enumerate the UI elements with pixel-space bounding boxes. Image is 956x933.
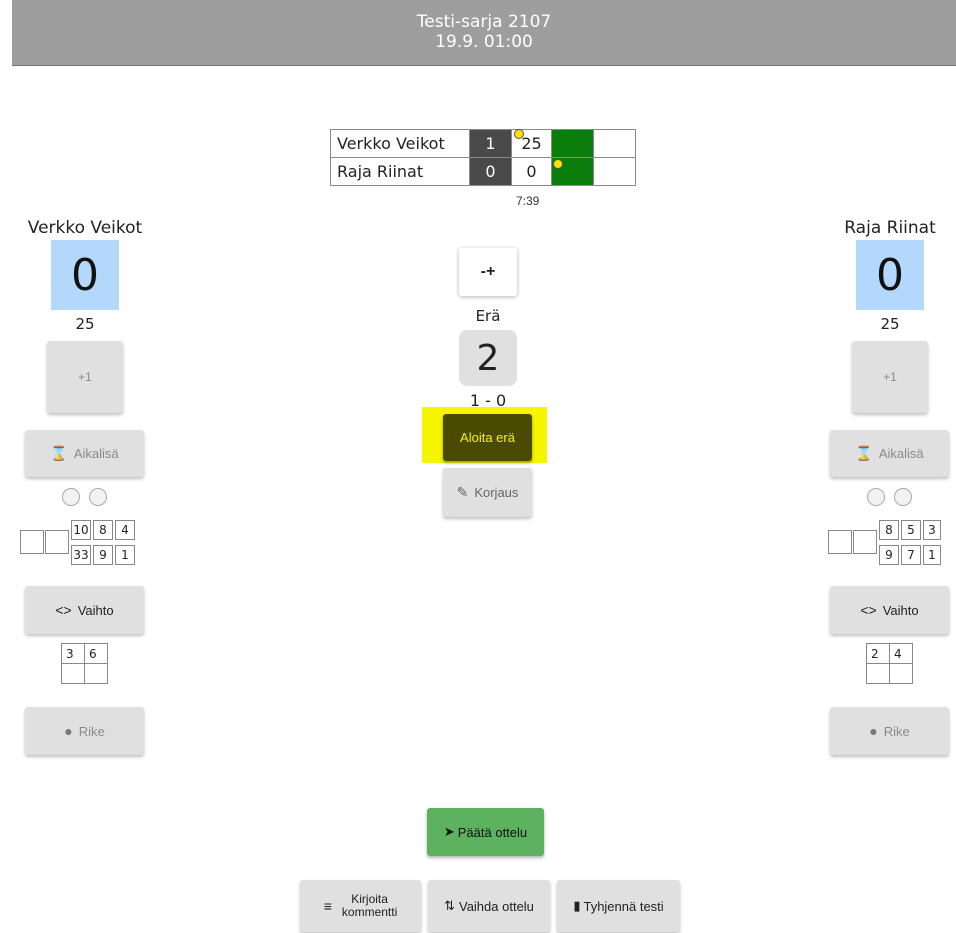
clear-list-icon: ▮ [573,898,581,913]
set-label: Erä [475,307,501,325]
add-point-button[interactable]: +1 [852,341,928,413]
scoreboard-points-value: 25 [521,134,542,153]
foul-label: Rike [78,723,105,739]
scoreboard-sets: 0 [469,157,512,186]
bench-player: 2 [866,643,890,664]
clear-test-button[interactable]: ▮ Tyhjennä testi [557,880,680,932]
scoreboard-table: Verkko Veikot 1 25 Raja Riinat 0 0 [330,129,636,186]
rotation-player: 10 [71,520,91,540]
change-match-label: Vaihda ottelu [458,898,534,914]
swap-arrows-icon: <> [55,602,72,618]
bench-player [61,663,85,684]
match-clock: 7:39 [516,194,540,208]
substitution-button[interactable]: <> Vaihto [25,586,144,634]
timeout-button[interactable]: ⌛ Aikalisä [830,430,949,477]
scoreboard-set-cell [593,157,636,186]
scoreboard-points-value: 0 [526,162,537,181]
comment-label-line2: kommentti [341,905,398,919]
write-comment-button[interactable]: ≡ Kirjoita kommentti [300,880,421,932]
bench-player [84,663,108,684]
start-set-button[interactable]: Aloita erä [443,414,532,461]
foul-button[interactable]: ● Rike [25,707,144,755]
timeout-indicator [894,488,912,506]
notes-icon: ≡ [323,898,332,914]
rotation-player: 33 [71,545,91,565]
timeout-indicator [89,488,107,506]
timeout-button[interactable]: ⌛ Aikalisä [25,430,144,477]
scoreboard-points: 0 [511,157,552,186]
swap-arrows-icon: <> [860,602,877,618]
rotation-player: 8 [879,520,899,540]
bench-player: 3 [61,643,85,664]
foul-label: Rike [883,723,910,739]
timeout-indicator [62,488,80,506]
swap-vertical-icon: ⇅ [444,898,455,913]
team-points: 25 [880,315,900,333]
end-match-label: Päätä ottelu [457,824,528,840]
correction-button[interactable]: ✎ Korjaus [443,468,532,517]
rotation-player: 1 [115,545,135,565]
rotation-player: 1 [923,545,941,565]
team-score: 0 [856,240,924,310]
rotation-player: 9 [93,545,113,565]
bench-player [889,663,913,684]
alert-icon: ● [869,723,878,739]
change-match-button[interactable]: ⇅ Vaihda ottelu [428,880,550,932]
team-panel-left: Verkko Veikot 0 25 +1 ⌛ Aikalisä 10 8 4 … [15,0,155,933]
scoreboard-set-cell [551,157,594,186]
serve-indicator-icon [553,159,563,169]
comment-label-line1: Kirjoita [351,892,388,906]
clear-test-label: Tyhjennä testi [583,898,664,914]
comment-label: Kirjoita kommentti [342,893,397,919]
substitution-label: Vaihto [882,602,919,618]
swap-sides-button[interactable]: -+ [459,248,517,296]
bench-player: 4 [889,643,913,664]
set-number: 2 [459,330,517,386]
timeout-indicator [867,488,885,506]
send-icon: ➤ [443,824,455,839]
scoreboard-set-cell [551,129,594,158]
team-points: 25 [75,315,95,333]
team-score: 0 [51,240,119,310]
rotation-player: 7 [901,545,921,565]
timeout-indicators [867,488,912,506]
timeout-label: Aikalisä [73,446,119,461]
scoreboard-points: 25 [511,129,552,158]
rotation-empty-slot [853,530,877,554]
scoreboard-sets: 1 [469,129,512,158]
substitution-button[interactable]: <> Vaihto [830,586,949,634]
scoreboard-team-name: Verkko Veikot [330,129,470,158]
rotation-player: 5 [901,520,921,540]
rotation-empty-slot [20,530,44,554]
team-panel-right: Raja Riinat 0 25 +1 ⌛ Aikalisä 8 5 3 9 7… [820,0,956,933]
scoreboard-set-cell [593,129,636,158]
alert-icon: ● [64,723,73,739]
rotation-empty-slot [828,530,852,554]
rotation-player: 8 [93,520,113,540]
bench-player [866,663,890,684]
scoreboard-row-away: Raja Riinat 0 0 [330,157,636,186]
timeout-label: Aikalisä [878,446,924,461]
timeout-indicators [62,488,107,506]
correction-label: Korjaus [474,485,519,500]
rotation-empty-slot [45,530,69,554]
pencil-icon: ✎ [456,484,469,500]
foul-button[interactable]: ● Rike [830,707,949,755]
serve-indicator-icon [514,129,524,139]
rotation-player: 3 [923,520,941,540]
team-name: Raja Riinat [844,218,936,238]
rotation-player: 4 [115,520,135,540]
substitution-label: Vaihto [77,602,114,618]
hourglass-icon: ⌛ [855,445,873,461]
hourglass-icon: ⌛ [50,445,68,461]
end-match-button[interactable]: ➤ Päätä ottelu [427,808,544,856]
add-point-button[interactable]: +1 [47,341,123,413]
swap-sides-icon: -+ [480,263,496,280]
scoreboard-row-home: Verkko Veikot 1 25 [330,129,636,158]
team-name: Verkko Veikot [27,218,143,238]
scoreboard-team-name: Raja Riinat [330,157,470,186]
bench-player: 6 [84,643,108,664]
rotation-player: 9 [879,545,899,565]
